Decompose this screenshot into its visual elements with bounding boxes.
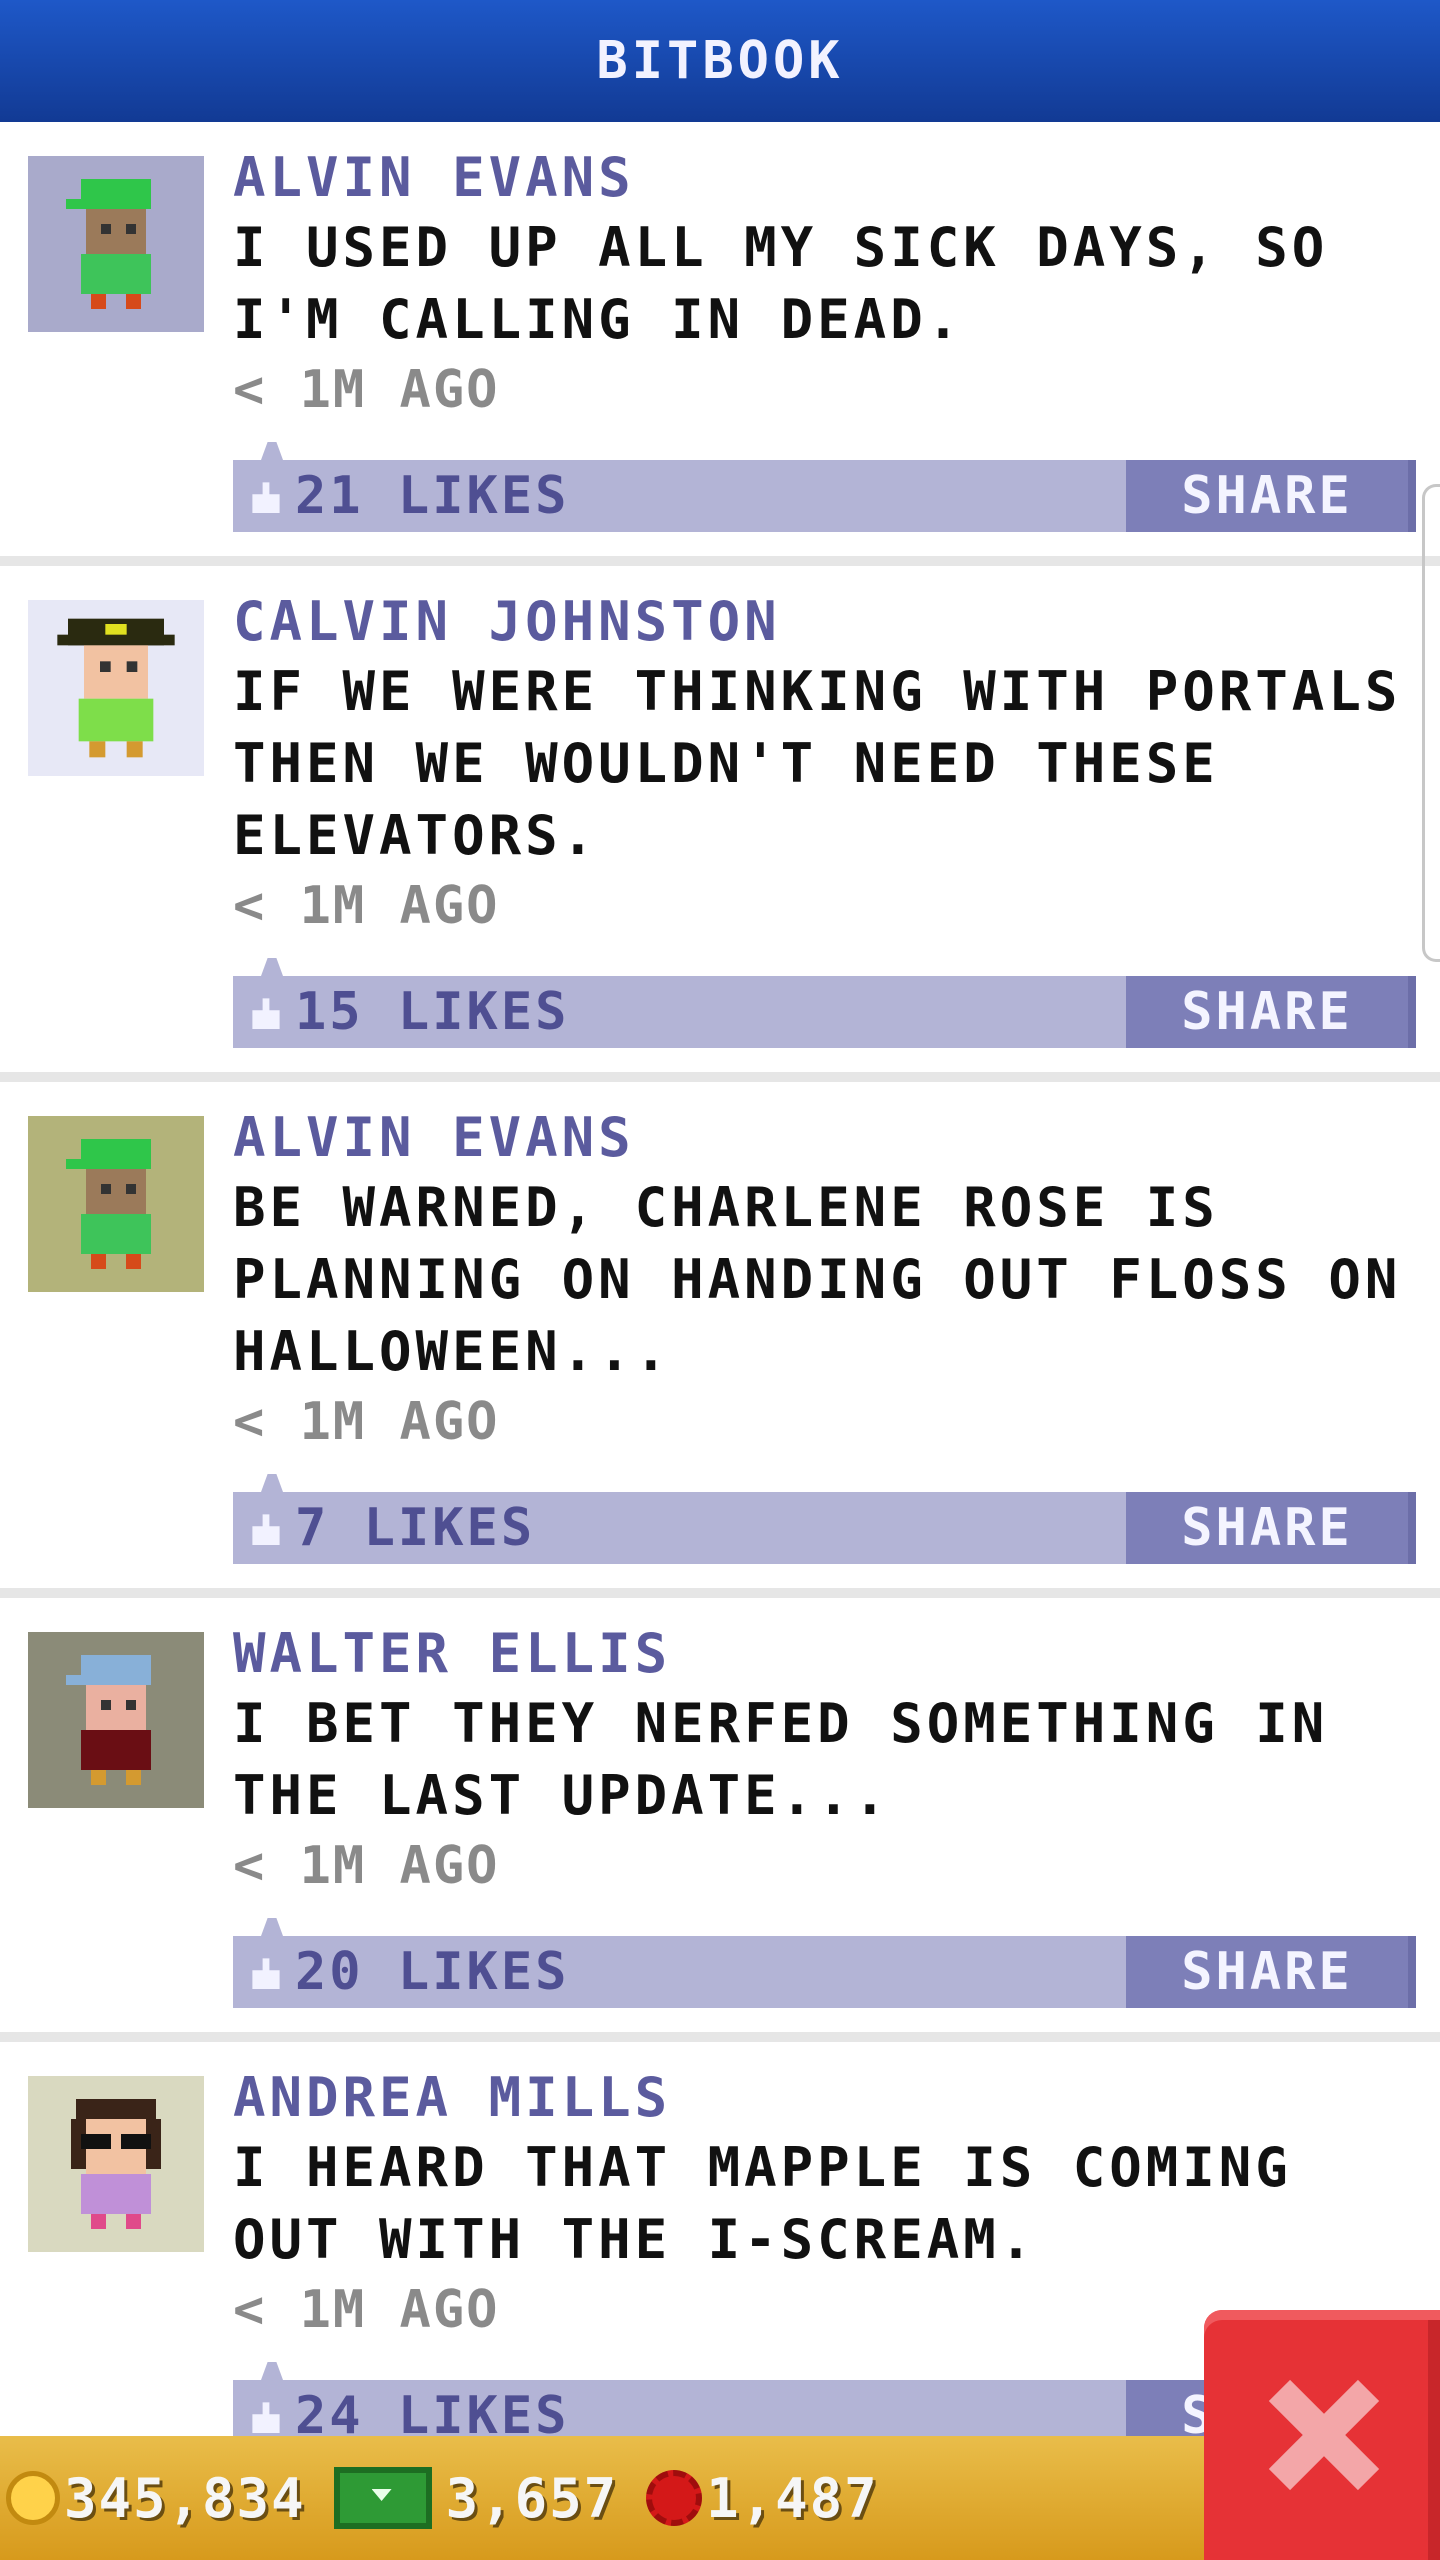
coins-value: 345,834 <box>64 2466 306 2530</box>
like-count[interactable]: 15 LIKES <box>295 982 569 1042</box>
post-action-bar: 20 LIKES SHARE <box>233 1918 1416 2008</box>
pirate-hat-avatar-icon <box>57 618 175 758</box>
close-icon <box>1267 2380 1377 2490</box>
post-text: BE WARNED, CHARLENE ROSE IS PLANNING ON … <box>233 1176 1402 1383</box>
gems-stat: 1,487 <box>646 2467 879 2530</box>
coin-icon <box>6 2471 60 2525</box>
like-icon[interactable] <box>252 482 280 513</box>
scrollbar[interactable] <box>1422 484 1440 962</box>
close-button[interactable] <box>1204 2310 1440 2560</box>
action-bar-tab <box>261 1918 283 1936</box>
avatar[interactable] <box>28 1632 204 1808</box>
post-author[interactable]: ALVIN EVANS <box>233 1104 1413 1172</box>
sunglasses-avatar-icon <box>71 2099 161 2229</box>
share-button[interactable]: SHARE <box>1126 1936 1416 2008</box>
app-title: BITBOOK <box>596 31 844 91</box>
post-time: < 1M AGO <box>233 876 500 936</box>
like-icon[interactable] <box>252 1958 280 1989</box>
post-author[interactable]: ANDREA MILLS <box>233 2064 1413 2132</box>
blue-cap-avatar-icon <box>66 1655 151 1785</box>
like-icon[interactable] <box>252 998 280 1029</box>
feed-post: WALTER ELLIS I BET THEY NERFED SOMETHING… <box>0 1598 1440 2042</box>
app-header: BITBOOK <box>0 0 1440 122</box>
post-author[interactable]: WALTER ELLIS <box>233 1620 1413 1688</box>
avatar[interactable] <box>28 600 204 776</box>
feed-post: ALVIN EVANS I USED UP ALL MY SICK DAYS, … <box>0 122 1440 566</box>
like-count[interactable]: 21 LIKES <box>295 466 569 526</box>
like-count[interactable]: 20 LIKES <box>295 1942 569 2002</box>
like-count[interactable]: 7 LIKES <box>295 1498 535 1558</box>
action-bar-tab <box>261 442 283 460</box>
avatar[interactable] <box>28 2076 204 2252</box>
action-bar-tab <box>261 2362 283 2380</box>
feed-post: CALVIN JOHNSTON IF WE WERE THINKING WITH… <box>0 566 1440 1082</box>
post-author[interactable]: ALVIN EVANS <box>233 144 1413 212</box>
bux-stat: 3,657 <box>333 2466 619 2530</box>
share-button[interactable]: SHARE <box>1126 1492 1416 1564</box>
action-bar-tab <box>261 958 283 976</box>
share-button[interactable]: SHARE <box>1126 976 1416 1048</box>
news-feed[interactable]: ALVIN EVANS I USED UP ALL MY SICK DAYS, … <box>0 122 1440 2486</box>
post-action-bar: 15 LIKES SHARE <box>233 958 1416 1048</box>
gem-icon <box>646 2470 703 2526</box>
post-action-bar: 21 LIKES SHARE <box>233 442 1416 532</box>
bux-value: 3,657 <box>445 2466 619 2530</box>
green-cap-avatar-icon <box>66 179 151 309</box>
bux-icon <box>333 2467 432 2529</box>
action-bar-tab <box>261 1474 283 1492</box>
post-text: I BET THEY NERFED SOMETHING IN THE LAST … <box>233 1692 1329 1827</box>
like-icon[interactable] <box>252 2402 280 2433</box>
share-button[interactable]: SHARE <box>1126 460 1416 532</box>
green-cap-avatar-icon <box>66 1139 151 1269</box>
post-author[interactable]: CALVIN JOHNSTON <box>233 588 1413 656</box>
avatar[interactable] <box>28 156 204 332</box>
like-icon[interactable] <box>252 1514 280 1545</box>
post-text: IF WE WERE THINKING WITH PORTALS THEN WE… <box>233 660 1402 867</box>
post-time: < 1M AGO <box>233 1392 500 1452</box>
gems-value: 1,487 <box>706 2466 879 2530</box>
post-text: I HEARD THAT MAPPLE IS COMING OUT WITH T… <box>233 2136 1292 2271</box>
avatar[interactable] <box>28 1116 204 1292</box>
feed-post: ALVIN EVANS BE WARNED, CHARLENE ROSE IS … <box>0 1082 1440 1598</box>
coins-stat: 345,834 <box>6 2467 306 2530</box>
post-time: < 1M AGO <box>233 360 500 420</box>
post-time: < 1M AGO <box>233 1836 500 1896</box>
post-text: I USED UP ALL MY SICK DAYS, SO I'M CALLI… <box>233 216 1329 351</box>
post-action-bar: 7 LIKES SHARE <box>233 1474 1416 1564</box>
